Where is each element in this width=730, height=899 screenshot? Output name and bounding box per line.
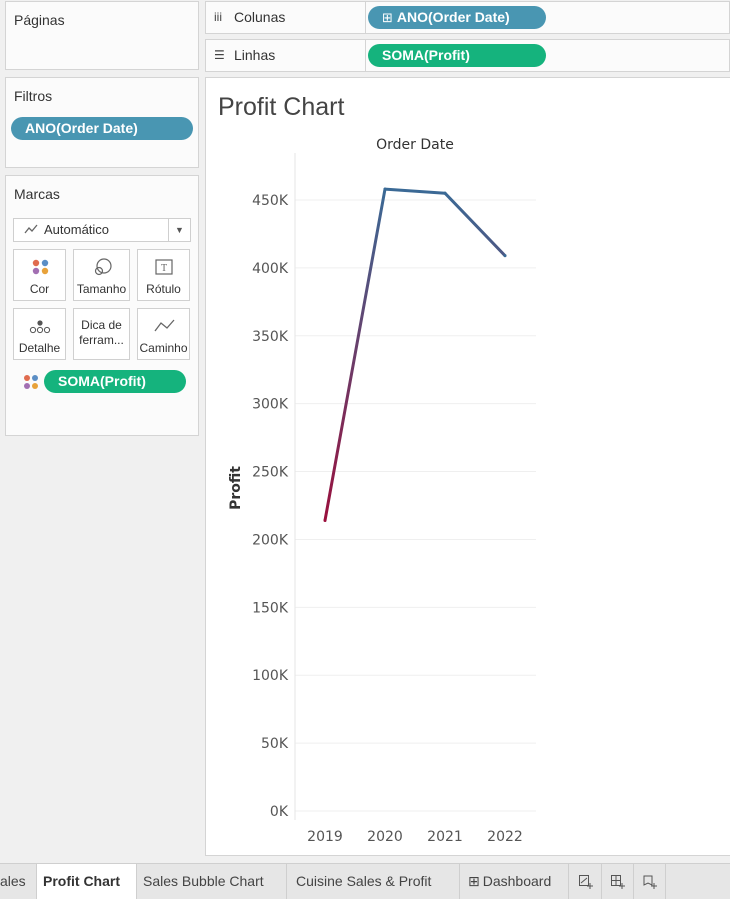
- path-line-icon: [154, 319, 175, 332]
- x-tick-label: 2021: [427, 829, 463, 845]
- profit-data-point[interactable]: [323, 518, 327, 522]
- color-dots-icon: [32, 259, 49, 275]
- profit-data-point[interactable]: [443, 191, 447, 195]
- x-tick-label: 2019: [307, 829, 343, 845]
- columns-shelf[interactable]: iii Colunas ⊞ ANO(Order Date): [205, 1, 730, 34]
- color-measure-pill[interactable]: SOMA(Profit): [44, 370, 186, 393]
- profit-line-segment[interactable]: [383, 187, 447, 195]
- x-tick-label: 2020: [367, 829, 403, 845]
- marks-title: Marcas: [14, 186, 60, 202]
- filters-title: Filtros: [14, 88, 53, 104]
- y-tick-label: 150K: [252, 600, 289, 616]
- y-tick-label: 250K: [252, 465, 289, 481]
- tooltip-button[interactable]: Dica de ferram...: [73, 308, 130, 360]
- tab-sales[interactable]: ales: [0, 864, 37, 899]
- text-label-icon: T: [155, 259, 173, 275]
- y-tick-label: 350K: [252, 329, 289, 345]
- y-tick-label: 300K: [252, 397, 289, 413]
- rows-icon: ☰: [214, 48, 225, 62]
- y-tick-label: 50K: [261, 736, 289, 752]
- columns-shelf-label: iii Colunas: [206, 2, 366, 33]
- line-mark-icon: [24, 224, 38, 234]
- chevron-down-icon: ▼: [168, 219, 190, 241]
- color-encoding-icon: [24, 375, 38, 389]
- color-button[interactable]: Cor: [13, 249, 66, 301]
- rows-shelf[interactable]: ☰ Linhas SOMA(Profit): [205, 39, 730, 72]
- new-dashboard-icon[interactable]: [603, 864, 634, 899]
- filters-card[interactable]: Filtros ANO(Order Date): [5, 77, 199, 168]
- filter-pill[interactable]: ANO(Order Date): [11, 117, 193, 140]
- sheet-tabs: ales Profit Chart Sales Bubble Chart Cui…: [0, 863, 730, 899]
- columns-pill[interactable]: ⊞ ANO(Order Date): [368, 6, 546, 29]
- tableau-workspace: Páginas iii Colunas ⊞ ANO(Order Date) ☰ L…: [0, 0, 730, 899]
- rows-shelf-label: ☰ Linhas: [206, 40, 366, 71]
- tab-dashboard[interactable]: ⊞ Dashboard: [460, 864, 569, 899]
- dashboard-grid-icon: ⊞: [468, 873, 480, 889]
- rows-pill[interactable]: SOMA(Profit): [368, 44, 546, 67]
- columns-icon: iii: [214, 10, 222, 24]
- pages-card[interactable]: Páginas: [5, 1, 199, 70]
- path-button[interactable]: Caminho: [137, 308, 190, 360]
- profit-data-point[interactable]: [383, 187, 387, 191]
- svg-text:T: T: [161, 263, 167, 274]
- y-axis-label: Profit: [228, 466, 244, 510]
- profit-line-chart: Order Date Profit 0K 50K 100K 150K 200K 250K 3…: [228, 137, 536, 845]
- new-worksheet-icon[interactable]: [571, 864, 602, 899]
- tab-cuisine-sales-profit[interactable]: Cuisine Sales & Profit: [287, 864, 460, 899]
- tab-profit-chart[interactable]: Profit Chart: [37, 864, 137, 899]
- y-tick-label: 400K: [252, 261, 289, 277]
- mark-type-dropdown[interactable]: Automático ▼: [13, 218, 191, 242]
- profit-line-segment[interactable]: [443, 191, 507, 258]
- y-tick-label: 200K: [252, 532, 289, 548]
- marks-card: Marcas: [5, 175, 199, 436]
- y-tick-label: 450K: [252, 193, 289, 209]
- detail-dots-icon: [29, 320, 51, 334]
- worksheet-view: Profit Chart Order Date Profit 0K 50K 100K…: [205, 77, 730, 856]
- pages-title: Páginas: [14, 12, 65, 28]
- y-tick-label: 100K: [252, 668, 289, 684]
- y-tick-label: 0K: [270, 804, 289, 820]
- size-circles-icon: [94, 258, 112, 276]
- label-button[interactable]: T Rótulo: [137, 249, 190, 301]
- tab-sales-bubble-chart[interactable]: Sales Bubble Chart: [137, 864, 287, 899]
- detail-button[interactable]: Detalhe: [13, 308, 66, 360]
- chart-top-axis-title: Order Date: [376, 137, 454, 153]
- new-story-icon[interactable]: [635, 864, 666, 899]
- x-tick-label: 2022: [487, 829, 523, 845]
- profit-line-segment[interactable]: [323, 187, 387, 522]
- profit-data-point[interactable]: [503, 254, 507, 258]
- size-button[interactable]: Tamanho: [73, 249, 130, 301]
- plus-box-icon: ⊞: [382, 10, 393, 25]
